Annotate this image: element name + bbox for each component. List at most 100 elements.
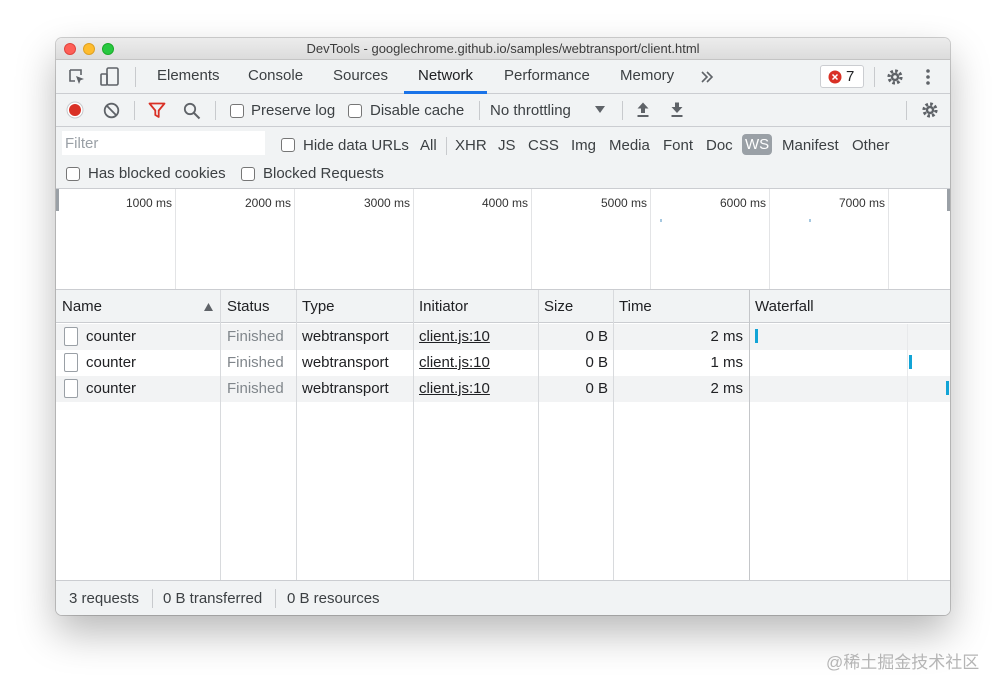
- settings-gear-icon[interactable]: [885, 67, 905, 87]
- preserve-log-checkbox[interactable]: [230, 104, 244, 118]
- column-divider[interactable]: [538, 290, 539, 580]
- hide-data-urls-label: Hide data URLs: [303, 137, 409, 154]
- table-header: Name Status Type Initiator Size Time Wat…: [56, 290, 950, 323]
- column-header-size[interactable]: Size: [544, 298, 573, 315]
- filter-type-img[interactable]: Img: [571, 137, 596, 154]
- close-window-button[interactable]: [64, 43, 76, 55]
- filter-bar: Hide data URLs All XHR JS CSS Img Media …: [56, 127, 950, 189]
- filter-type-media[interactable]: Media: [609, 137, 650, 154]
- filter-input[interactable]: [62, 131, 265, 155]
- column-divider[interactable]: [613, 290, 614, 580]
- maximize-window-button[interactable]: [102, 43, 114, 55]
- toolbar-separator: [906, 101, 907, 120]
- overview-request-mark: [809, 219, 811, 222]
- request-count: 3 requests: [69, 590, 140, 607]
- tab-performance[interactable]: Performance: [504, 60, 590, 94]
- request-initiator-link[interactable]: client.js:10: [419, 380, 490, 397]
- preserve-log-label: Preserve log: [251, 102, 336, 119]
- filter-type-font[interactable]: Font: [663, 137, 693, 154]
- column-header-name[interactable]: Name: [62, 298, 102, 315]
- error-count-badge[interactable]: 7: [820, 65, 864, 88]
- filter-icon[interactable]: [148, 102, 166, 119]
- blocked-requests-checkbox[interactable]: [241, 167, 255, 181]
- waterfall-gridline: [907, 324, 908, 580]
- status-separator: [152, 589, 153, 608]
- request-time: 2 ms: [710, 380, 743, 397]
- filter-type-ws[interactable]: WS: [742, 134, 773, 155]
- throttling-select[interactable]: No throttling: [490, 102, 571, 119]
- overview-gridline: [413, 189, 414, 289]
- overview-tick-label: 3000 ms: [363, 196, 410, 210]
- column-header-initiator[interactable]: Initiator: [419, 298, 468, 315]
- search-icon[interactable]: [183, 102, 201, 120]
- panel-tab-bar: Elements Console Sources Network Perform…: [56, 60, 950, 94]
- request-initiator-link[interactable]: client.js:10: [419, 328, 490, 345]
- tab-console[interactable]: Console: [248, 60, 303, 94]
- network-settings-gear-icon[interactable]: [920, 100, 940, 120]
- overview-tick-label: 7000 ms: [838, 196, 885, 210]
- filter-type-xhr[interactable]: XHR: [455, 137, 487, 154]
- disable-cache-label: Disable cache: [370, 102, 465, 119]
- document-icon: [64, 327, 78, 346]
- column-divider[interactable]: [413, 290, 414, 580]
- column-header-status[interactable]: Status: [227, 298, 270, 315]
- clear-icon[interactable]: [103, 102, 120, 119]
- has-blocked-cookies-label: Has blocked cookies: [88, 165, 226, 182]
- has-blocked-cookies-checkbox[interactable]: [66, 167, 80, 181]
- error-count: 7: [846, 68, 855, 85]
- tab-separator: [874, 67, 875, 87]
- filter-type-manifest[interactable]: Manifest: [782, 137, 839, 154]
- more-options-icon[interactable]: [925, 68, 931, 86]
- tab-network[interactable]: Network: [404, 60, 488, 94]
- column-header-type[interactable]: Type: [302, 298, 335, 315]
- request-name: counter: [86, 354, 137, 371]
- chevron-down-icon[interactable]: [595, 106, 605, 113]
- column-divider[interactable]: [296, 290, 297, 580]
- table-row[interactable]: counter Finished webtransport client.js:…: [56, 350, 950, 376]
- minimize-window-button[interactable]: [83, 43, 95, 55]
- hide-data-urls-checkbox[interactable]: [281, 138, 295, 152]
- tab-memory[interactable]: Memory: [620, 60, 674, 94]
- waterfall-bar: [946, 381, 949, 395]
- filter-type-css[interactable]: CSS: [528, 137, 559, 154]
- column-header-waterfall[interactable]: Waterfall: [755, 298, 814, 315]
- request-size: 0 B: [585, 354, 608, 371]
- table-row[interactable]: counter Finished webtransport client.js:…: [56, 376, 950, 402]
- overview-tick-label: 5000 ms: [600, 196, 647, 210]
- overview-tick-label: 2000 ms: [244, 196, 291, 210]
- filter-type-other[interactable]: Other: [852, 137, 890, 154]
- import-har-upload-icon[interactable]: [636, 101, 650, 118]
- column-divider[interactable]: [749, 290, 750, 580]
- overview-right-handle[interactable]: [947, 189, 950, 211]
- filter-type-doc[interactable]: Doc: [706, 137, 733, 154]
- toolbar-separator: [622, 101, 623, 120]
- disable-cache-checkbox[interactable]: [348, 104, 362, 118]
- request-time: 1 ms: [710, 354, 743, 371]
- tab-elements[interactable]: Elements: [157, 60, 220, 94]
- filter-type-all[interactable]: All: [420, 137, 437, 154]
- record-icon[interactable]: [66, 101, 84, 119]
- request-initiator-link[interactable]: client.js:10: [419, 354, 490, 371]
- toolbar-separator: [479, 101, 480, 120]
- filter-type-js[interactable]: JS: [498, 137, 516, 154]
- column-divider[interactable]: [220, 290, 221, 580]
- request-type: webtransport: [302, 328, 389, 345]
- export-har-download-icon[interactable]: [670, 101, 684, 118]
- overview-gridline: [531, 189, 532, 289]
- filter-separator: [446, 137, 447, 155]
- timeline-overview[interactable]: 1000 ms 2000 ms 3000 ms 4000 ms 5000 ms …: [56, 189, 950, 290]
- toolbar-separator: [215, 101, 216, 120]
- overview-left-handle[interactable]: [56, 189, 59, 211]
- table-row[interactable]: counter Finished webtransport client.js:…: [56, 324, 950, 350]
- column-header-time[interactable]: Time: [619, 298, 652, 315]
- tab-separator: [135, 67, 136, 87]
- request-table: Name Status Type Initiator Size Time Wat…: [56, 290, 950, 580]
- device-toolbar-icon[interactable]: [99, 66, 121, 88]
- inspect-element-icon[interactable]: [67, 67, 87, 87]
- more-tabs-chevron-icon[interactable]: [700, 71, 714, 83]
- window-title: DevTools - googlechrome.github.io/sample…: [306, 41, 700, 56]
- request-time: 2 ms: [710, 328, 743, 345]
- status-bar: 3 requests 0 B transferred 0 B resources: [56, 580, 950, 615]
- overview-request-mark: [660, 219, 662, 222]
- tab-sources[interactable]: Sources: [333, 60, 388, 94]
